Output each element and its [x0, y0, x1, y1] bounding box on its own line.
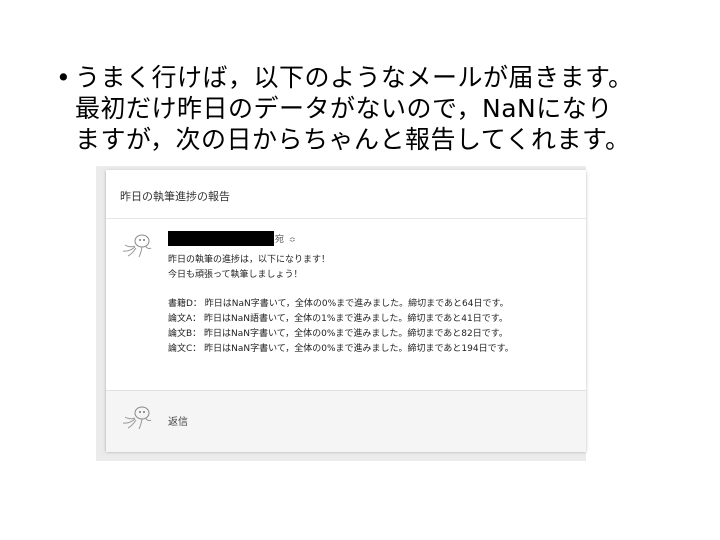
- greeting-line-1: 昨日の執筆の進捗は，以下になります！: [168, 255, 331, 265]
- report-line-2: 論文A： 昨日はNaN語書いて，全体の1%まで進みました。締切まであと41日です…: [168, 314, 508, 324]
- sender-redaction: [168, 231, 274, 246]
- reply-bar[interactable]: 返信: [106, 390, 586, 452]
- report-line-4: 論文C： 昨日はNaN字書いて，全体の0%まで進みました。締切まであと194日で…: [168, 344, 514, 354]
- bullet-dot: •: [56, 63, 72, 92]
- report-line-3: 論文B： 昨日はNaN字書いて，全体の0%まで進みました。締切まであと82日です…: [168, 329, 508, 339]
- email-subject: 昨日の執筆進捗の報告: [120, 190, 230, 203]
- sender-suffix-label: 宛: [275, 235, 285, 245]
- report-line-1: 書籍D： 昨日はNaN字書いて，全体の0%まで進みました。締切まであと64日です…: [168, 299, 509, 309]
- doodle-avatar-icon: [120, 404, 154, 430]
- sender-suffix[interactable]: 宛 ≎: [275, 232, 296, 245]
- email-header: 昨日の執筆進捗の報告: [106, 170, 586, 219]
- greeting-line-2: 今日も頑張って執筆しましょう！: [168, 270, 303, 280]
- doodle-avatar-icon: [120, 232, 154, 258]
- chevron-updown-icon[interactable]: ≎: [289, 235, 296, 244]
- slide-bullet-text: • うまく行けば，以下のようなメールが届きます。 最初だけ昨日のデータがないので…: [56, 62, 706, 155]
- bullet-line-2: 最初だけ昨日のデータがないので，NaNになり: [75, 94, 613, 123]
- bullet-line-1: うまく行けば，以下のようなメールが届きます。: [75, 63, 634, 92]
- reply-button[interactable]: 返信: [168, 413, 188, 428]
- bullet-line-3: ますが，次の日からちゃんと報告してくれます。: [75, 125, 631, 154]
- email-card: 昨日の執筆進捗の報告 宛 ≎ 昨日の執筆の進捗は，以下になります！ 今日も頑張っ…: [106, 170, 586, 452]
